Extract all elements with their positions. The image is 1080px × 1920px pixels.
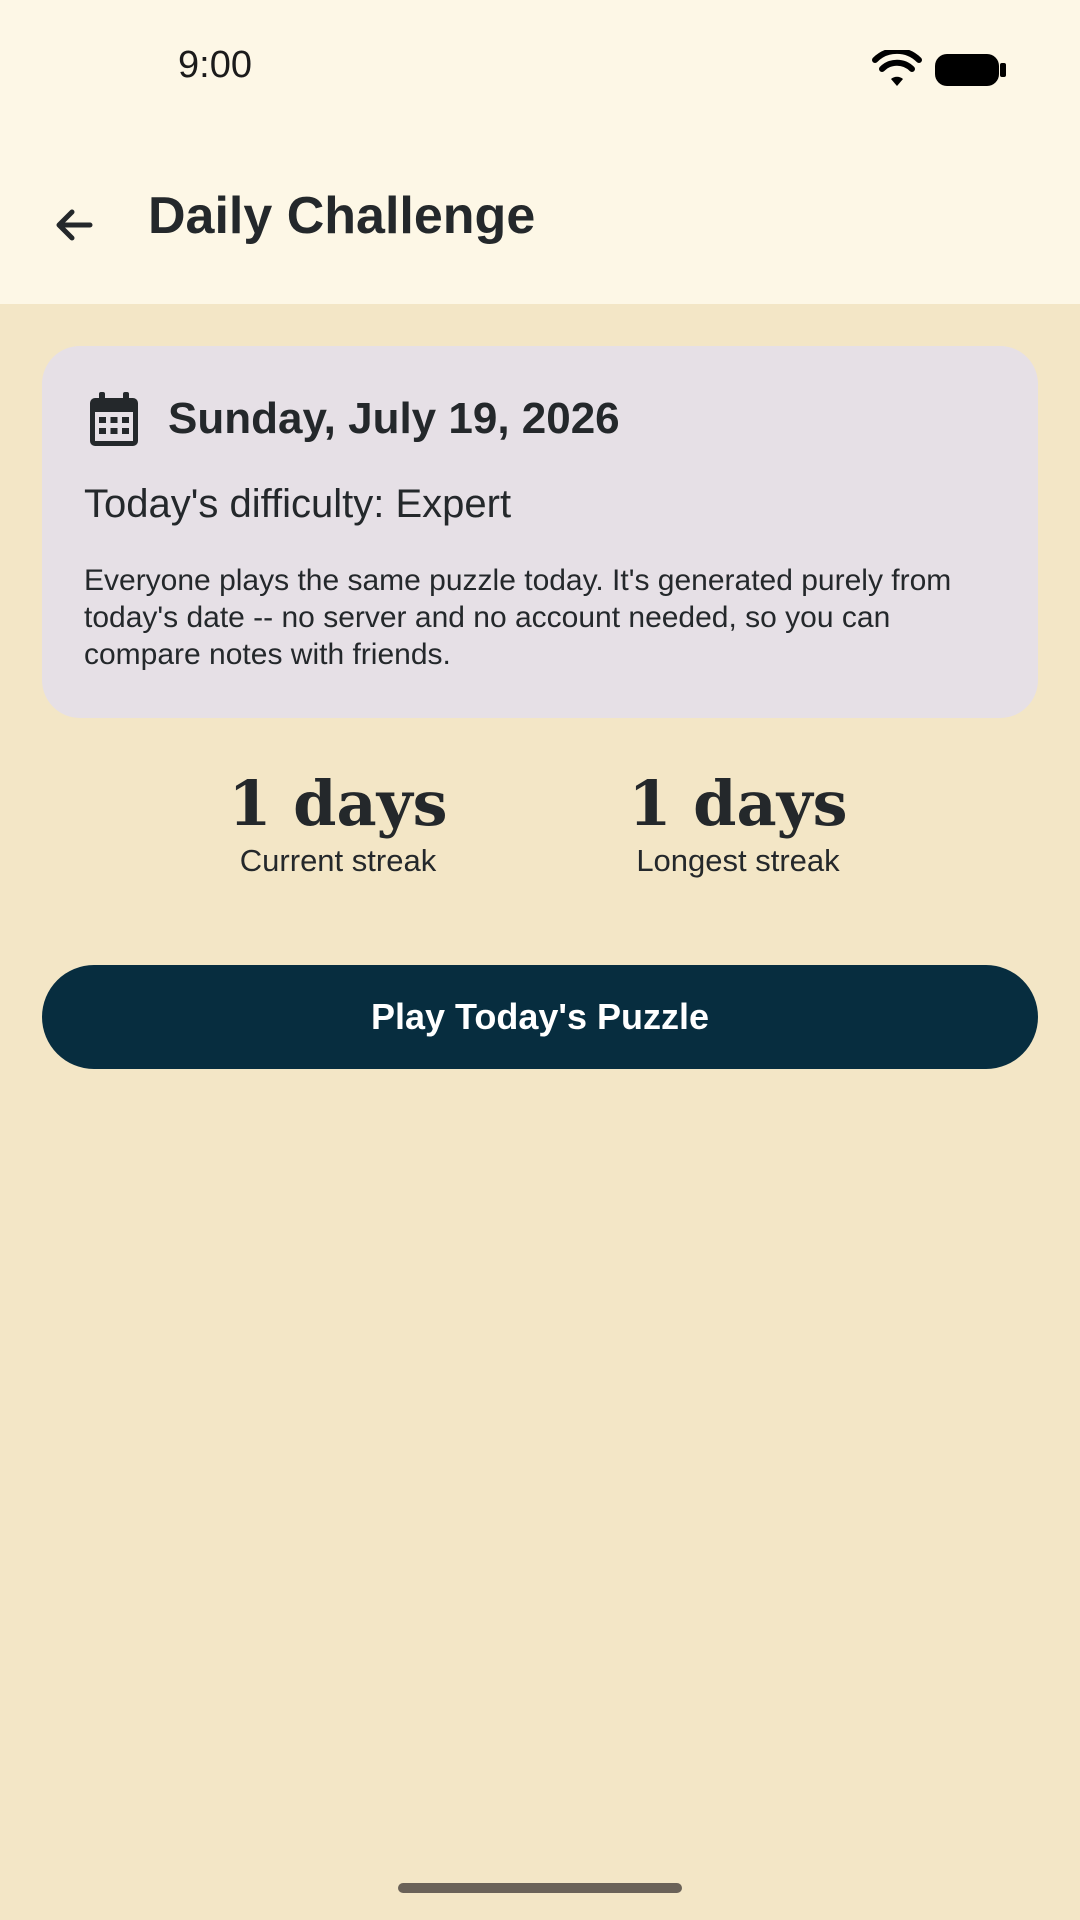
home-indicator[interactable] [398, 1883, 682, 1893]
wifi-icon [872, 50, 922, 86]
challenge-date: Sunday, July 19, 2026 [168, 394, 620, 443]
daily-info-card: Sunday, July 19, 2026 Today's difficulty… [42, 346, 1038, 718]
longest-streak-value: 1 days [628, 767, 848, 840]
current-streak-value: 1 days [228, 767, 448, 840]
status-time: 9:00 [178, 44, 252, 86]
app-bar: Daily Challenge [0, 140, 1080, 304]
current-streak-label: Current streak [239, 843, 437, 878]
status-bar: 9:00 [0, 0, 1080, 140]
longest-streak: 1 days Longest streak [608, 768, 868, 880]
calendar-icon [90, 392, 138, 446]
battery-icon [935, 54, 1006, 86]
challenge-description: Everyone plays the same puzzle today. It… [84, 564, 952, 671]
current-streak: 1 days Current streak [208, 768, 468, 880]
arrow-left-icon [56, 209, 93, 241]
difficulty-label: Today's difficulty: Expert [84, 482, 512, 526]
back-button[interactable] [36, 187, 112, 263]
page-title: Daily Challenge [148, 187, 536, 245]
longest-streak-label: Longest streak [636, 843, 840, 878]
play-todays-puzzle-button[interactable]: Play Today's Puzzle [42, 965, 1038, 1069]
